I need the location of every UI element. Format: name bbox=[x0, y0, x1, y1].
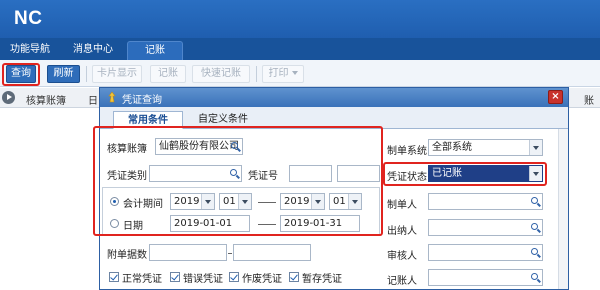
bookkeeper-label: 记账人 bbox=[387, 276, 417, 287]
nc-logo: NC bbox=[14, 8, 43, 29]
close-button[interactable]: × bbox=[548, 90, 563, 104]
attachments-to[interactable] bbox=[233, 244, 311, 261]
dialog-body: 常用条件 自定义条件 核算账簿 仙鹤股份有限公司 凭证类别 凭证号 会计期间 2… bbox=[93, 107, 568, 289]
attachments-from[interactable] bbox=[149, 244, 227, 261]
dialog-title: 凭证查询 bbox=[122, 95, 162, 106]
print-dropdown[interactable]: 打印 bbox=[262, 65, 304, 83]
normal-voucher-label: 正常凭证 bbox=[122, 274, 162, 285]
draft-voucher-label: 暂存凭证 bbox=[302, 274, 342, 285]
bookkeeper-field[interactable] bbox=[428, 269, 543, 286]
tab-function-nav[interactable]: 功能导航 bbox=[0, 41, 60, 60]
attachments-label: 附单据数 bbox=[107, 250, 147, 261]
card-print-button[interactable]: 卡片显示 bbox=[92, 65, 142, 83]
maker-label: 制单人 bbox=[387, 200, 417, 211]
draft-voucher-checkbox[interactable] bbox=[289, 272, 299, 282]
quick-bookkeep-button[interactable]: 快速记账 bbox=[192, 65, 250, 83]
system-select[interactable]: 全部系统 bbox=[428, 139, 543, 156]
void-voucher-label: 作废凭证 bbox=[242, 274, 282, 285]
chevron-down-icon bbox=[529, 140, 542, 155]
refresh-button[interactable]: 刷新 bbox=[47, 65, 80, 83]
range-dash bbox=[228, 253, 232, 254]
maker-field[interactable] bbox=[428, 193, 543, 210]
bookkeeper-search-button[interactable] bbox=[528, 270, 542, 285]
cashier-label: 出纳人 bbox=[387, 226, 417, 237]
bookkeep-button[interactable]: 记账 bbox=[150, 65, 186, 83]
main-tab-bar: 功能导航 消息中心 记账 bbox=[0, 38, 600, 60]
toolbar-separator bbox=[256, 66, 257, 82]
search-icon bbox=[531, 273, 538, 280]
cashier-search-button[interactable] bbox=[528, 220, 542, 235]
system-label: 制单系统 bbox=[387, 146, 427, 157]
system-value: 全部系统 bbox=[432, 142, 472, 153]
app-header: NC bbox=[0, 0, 600, 38]
column-right-partial: 账 bbox=[584, 96, 594, 107]
void-voucher-checkbox[interactable] bbox=[229, 272, 239, 282]
conditions-highlight-box bbox=[93, 126, 383, 236]
column-date-partial: 日 bbox=[88, 96, 98, 107]
error-voucher-checkbox[interactable] bbox=[170, 272, 180, 282]
search-icon bbox=[531, 223, 538, 230]
search-icon bbox=[531, 248, 538, 255]
dialog-app-icon bbox=[108, 91, 116, 103]
expand-icon[interactable] bbox=[2, 91, 15, 104]
auditor-field[interactable] bbox=[428, 244, 543, 261]
tab-bookkeeping[interactable]: 记账 bbox=[127, 41, 183, 60]
query-highlight-box bbox=[2, 63, 40, 86]
dialog-scrollbar[interactable] bbox=[558, 129, 568, 289]
search-icon bbox=[531, 197, 538, 204]
cashier-field[interactable] bbox=[428, 219, 543, 236]
toolbar: 查询 刷新 卡片显示 记账 快速记账 打印 bbox=[0, 60, 600, 87]
status-highlight-box bbox=[383, 162, 547, 186]
print-label: 打印 bbox=[268, 68, 289, 79]
dialog-title-bar[interactable]: 凭证查询 × bbox=[100, 88, 568, 107]
tab-message-center[interactable]: 消息中心 bbox=[64, 41, 122, 60]
chevron-down-icon bbox=[291, 71, 298, 75]
voucher-query-dialog: 凭证查询 × 常用条件 自定义条件 核算账簿 仙鹤股份有限公司 凭证类别 凭证号… bbox=[93, 87, 569, 290]
normal-voucher-checkbox[interactable] bbox=[109, 272, 119, 282]
column-account-book: 核算账簿 bbox=[26, 96, 66, 107]
toolbar-separator bbox=[86, 66, 87, 82]
maker-search-button[interactable] bbox=[528, 194, 542, 209]
auditor-search-button[interactable] bbox=[528, 245, 542, 260]
error-voucher-label: 错误凭证 bbox=[183, 274, 223, 285]
auditor-label: 审核人 bbox=[387, 251, 417, 262]
